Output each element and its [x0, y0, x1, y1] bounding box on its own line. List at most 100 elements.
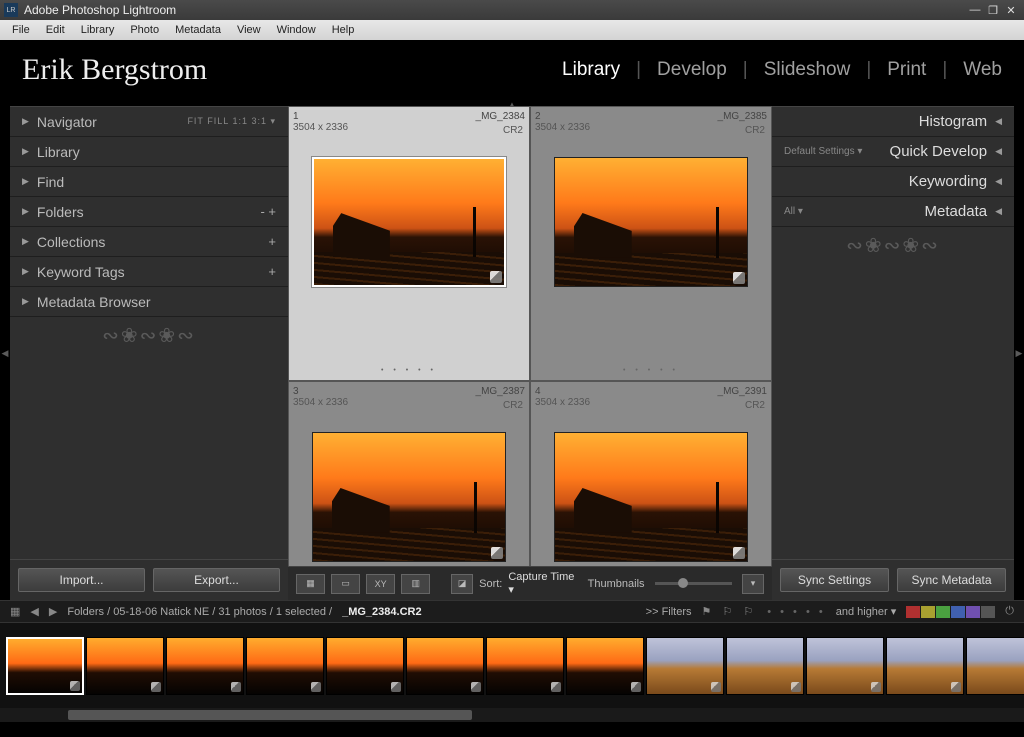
cell-rating-dots[interactable]: • • • • •	[289, 367, 529, 374]
filmstrip-thumb[interactable]	[6, 637, 84, 695]
metadata-header[interactable]: All ▾Metadata◀	[772, 197, 1014, 227]
menu-library[interactable]: Library	[73, 24, 123, 36]
menu-window[interactable]: Window	[269, 24, 324, 36]
grid-view: 1_MG_23843504 x 2336CR2• • • • •2_MG_238…	[288, 106, 772, 600]
filmstrip-scrollbar[interactable]	[0, 708, 1024, 722]
cell-thumbnail[interactable]	[312, 432, 507, 562]
filmstrip[interactable]	[0, 622, 1024, 708]
filmstrip-thumb[interactable]	[806, 637, 884, 695]
filmstrip-thumb[interactable]	[966, 637, 1024, 695]
color-swatch[interactable]	[936, 606, 950, 618]
view-survey-button[interactable]: ▥	[401, 574, 430, 594]
library-header[interactable]: ▶Library	[10, 137, 288, 167]
filmstrip-thumb[interactable]	[246, 637, 324, 695]
menu-file[interactable]: File	[4, 24, 38, 36]
color-swatch[interactable]	[906, 606, 920, 618]
cell-thumbnail[interactable]	[554, 432, 749, 562]
export-button[interactable]: Export...	[153, 568, 280, 592]
filmstrip-thumb[interactable]	[726, 637, 804, 695]
module-print[interactable]: Print	[887, 59, 926, 81]
filmstrip-thumb[interactable]	[646, 637, 724, 695]
color-swatch[interactable]	[951, 606, 965, 618]
filmstrip-thumb[interactable]	[326, 637, 404, 695]
filter-lock-icon[interactable]: ⏻	[1005, 605, 1014, 618]
cell-dimensions: 3504 x 2336	[535, 122, 767, 133]
menu-help[interactable]: Help	[324, 24, 363, 36]
filmstrip-thumb[interactable]	[566, 637, 644, 695]
sync-metadata-button[interactable]: Sync Metadata	[897, 568, 1006, 592]
and-higher-dropdown[interactable]: and higher ▾	[836, 605, 897, 618]
quick-develop-header[interactable]: Default Settings ▾Quick Develop◀	[772, 137, 1014, 167]
cell-filename: _MG_2391	[718, 386, 767, 397]
keyword-tags-label: Keyword Tags	[37, 264, 125, 280]
quick-develop-preset[interactable]: Default Settings ▾	[784, 146, 862, 157]
grid-cell[interactable]: 1_MG_23843504 x 2336CR2• • • • •	[288, 106, 530, 381]
filmstrip-thumb[interactable]	[406, 637, 484, 695]
nav-forward-icon[interactable]: ▶	[49, 605, 57, 618]
thumbnail-size-slider[interactable]	[655, 582, 733, 585]
panel-ornament: ∾❀∾❀∾	[10, 317, 288, 354]
cell-index: 3	[293, 386, 299, 397]
rating-filter[interactable]: • • • • •	[767, 606, 825, 618]
cell-rating-dots[interactable]: • • • • •	[531, 367, 771, 374]
grid-cell[interactable]: 3_MG_23873504 x 2336CR2• • • • •	[288, 381, 530, 566]
chevron-left-icon: ◀	[995, 146, 1002, 157]
histogram-header[interactable]: Histogram◀	[772, 107, 1014, 137]
import-button[interactable]: Import...	[18, 568, 145, 592]
module-library[interactable]: Library	[562, 59, 620, 81]
toolbar-chevron-icon[interactable]: ▾	[742, 574, 764, 594]
restore-button[interactable]: ❐	[984, 4, 1002, 17]
filmstrip-pathbar: ▦ ◀ ▶ Folders / 05-18-06 Natick NE / 31 …	[0, 600, 1024, 622]
module-slideshow[interactable]: Slideshow	[764, 59, 851, 81]
sort-dropdown[interactable]: Capture Time ▾	[508, 571, 575, 596]
navigator-header[interactable]: ▶ Navigator FIT FILL 1:1 3:1 ▾	[10, 107, 288, 137]
folders-buttons[interactable]: - +	[260, 204, 276, 219]
filmstrip-thumb[interactable]	[86, 637, 164, 695]
keywording-header[interactable]: Keywording◀	[772, 167, 1014, 197]
metadata-preset[interactable]: All ▾	[784, 206, 803, 217]
right-collapse-handle[interactable]: ▶	[1014, 106, 1024, 600]
chevron-right-icon: ▶	[22, 266, 29, 277]
view-loupe-button[interactable]: ▭	[331, 574, 360, 594]
flag-filter-icons[interactable]: ⚑ ⚐ ⚐	[702, 605, 758, 618]
color-swatch[interactable]	[966, 606, 980, 618]
color-swatch[interactable]	[921, 606, 935, 618]
menu-view[interactable]: View	[229, 24, 269, 36]
view-compare-button[interactable]: XY	[366, 574, 395, 594]
collections-add[interactable]: +	[268, 234, 276, 249]
chevron-right-icon: ▶	[22, 296, 29, 307]
breadcrumb[interactable]: Folders / 05-18-06 Natick NE / 31 photos…	[67, 606, 332, 618]
sync-settings-button[interactable]: Sync Settings	[780, 568, 889, 592]
module-web[interactable]: Web	[963, 59, 1002, 81]
filters-label[interactable]: >> Filters	[646, 606, 692, 618]
navigator-options[interactable]: FIT FILL 1:1 3:1 ▾	[187, 116, 276, 127]
grid-cell[interactable]: 4_MG_23913504 x 2336CR2• • • • •	[530, 381, 772, 566]
menu-photo[interactable]: Photo	[122, 24, 167, 36]
navigator-label: Navigator	[37, 114, 97, 130]
color-swatch[interactable]	[981, 606, 995, 618]
module-develop[interactable]: Develop	[657, 59, 727, 81]
filmstrip-thumb[interactable]	[166, 637, 244, 695]
left-collapse-handle[interactable]: ◀	[0, 106, 10, 600]
cell-thumbnail[interactable]	[312, 157, 507, 287]
folders-header[interactable]: ▶Folders- +	[10, 197, 288, 227]
close-button[interactable]: ✕	[1002, 4, 1020, 17]
color-label-filters[interactable]	[906, 606, 995, 618]
minimize-button[interactable]: —	[966, 4, 984, 16]
find-header[interactable]: ▶Find	[10, 167, 288, 197]
view-grid-button[interactable]: ▦	[296, 574, 325, 594]
nav-back-icon[interactable]: ◀	[30, 605, 38, 618]
menu-edit[interactable]: Edit	[38, 24, 73, 36]
collections-header[interactable]: ▶Collections+	[10, 227, 288, 257]
filmstrip-thumb[interactable]	[486, 637, 564, 695]
painter-button[interactable]: ◪	[451, 574, 473, 594]
cell-thumbnail[interactable]	[554, 157, 749, 287]
secondary-display-icon[interactable]: ▦	[10, 605, 20, 618]
metadata-browser-header[interactable]: ▶Metadata Browser	[10, 287, 288, 317]
keyword-tags-header[interactable]: ▶ Keyword Tags +	[10, 257, 288, 287]
sort-label: Sort:	[479, 578, 502, 590]
filmstrip-thumb[interactable]	[886, 637, 964, 695]
grid-cell[interactable]: 2_MG_23853504 x 2336CR2• • • • •	[530, 106, 772, 381]
keyword-tags-add[interactable]: +	[268, 264, 276, 279]
menu-metadata[interactable]: Metadata	[167, 24, 229, 36]
